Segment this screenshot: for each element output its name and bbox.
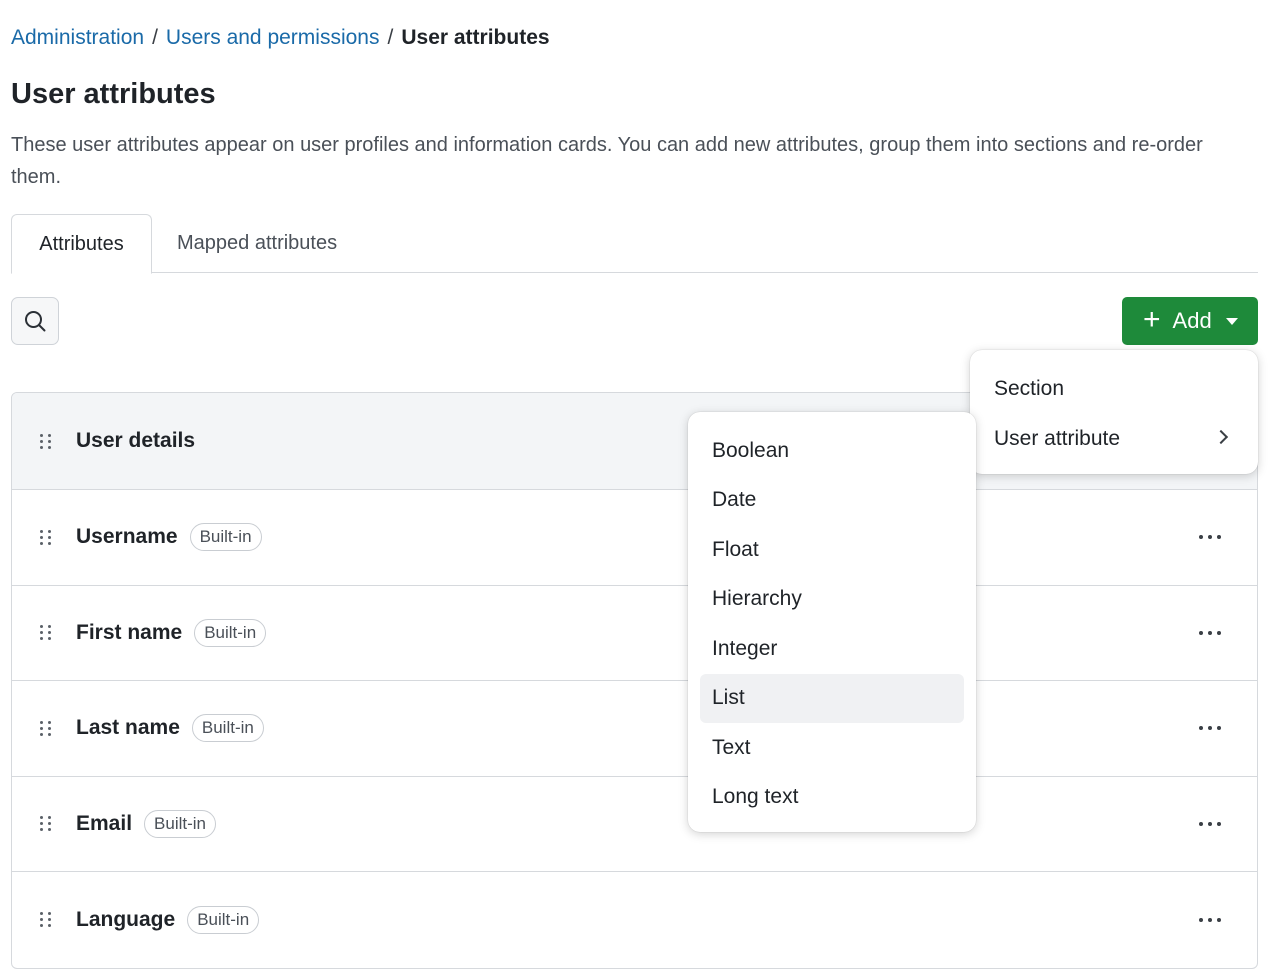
- breadcrumb-link-users-and-permissions[interactable]: Users and permissions: [166, 26, 380, 50]
- search-button[interactable]: [11, 297, 59, 345]
- page-description: These user attributes appear on user pro…: [11, 134, 1203, 188]
- breadcrumb-separator: /: [152, 26, 158, 49]
- menu-item-boolean[interactable]: Boolean: [700, 426, 964, 476]
- page-title: User attributes: [11, 78, 216, 110]
- drag-handle-icon[interactable]: [40, 625, 52, 641]
- attribute-row-email: Email Built-in: [12, 777, 1257, 872]
- drag-handle-icon[interactable]: [40, 529, 52, 545]
- built-in-badge: Built-in: [194, 618, 267, 647]
- attribute-row-language: Language Built-in: [12, 872, 1257, 968]
- menu-item-section[interactable]: Section: [970, 364, 1258, 414]
- breadcrumb-separator: /: [387, 26, 394, 49]
- drag-handle-icon[interactable]: [40, 912, 52, 928]
- built-in-badge: Built-in: [187, 905, 260, 934]
- breadcrumb-current: User attributes: [401, 26, 550, 49]
- section-title: User details: [76, 429, 196, 452]
- tab-mapped-attributes[interactable]: Mapped attributes: [177, 214, 337, 273]
- attribute-name: Language: [76, 907, 176, 931]
- attribute-name: Last name: [76, 716, 180, 740]
- menu-item-label: Section: [994, 377, 1065, 400]
- built-in-badge: Built-in: [189, 523, 262, 552]
- breadcrumb-link-administration[interactable]: Administration: [11, 26, 144, 50]
- menu-item-label: User attribute: [994, 427, 1121, 450]
- caret-down-icon: [1225, 317, 1238, 325]
- search-icon: [25, 311, 46, 332]
- more-options-icon[interactable]: [1199, 630, 1221, 635]
- attribute-name: Username: [76, 525, 178, 549]
- attribute-type-submenu: Boolean Date Float Hierarchy Integer Lis…: [688, 412, 976, 832]
- built-in-badge: Built-in: [144, 809, 216, 838]
- add-button[interactable]: + Add: [1122, 297, 1258, 345]
- more-options-icon[interactable]: [1199, 535, 1221, 540]
- add-dropdown-menu: Section User attribute: [970, 350, 1258, 474]
- attribute-list: User details Username Built-in First nam…: [11, 392, 1258, 969]
- more-options-icon[interactable]: [1199, 917, 1221, 922]
- drag-handle-icon[interactable]: [40, 433, 52, 449]
- breadcrumb: Administration / Users and permissions /…: [11, 26, 550, 50]
- more-options-icon[interactable]: [1199, 726, 1221, 731]
- menu-item-text[interactable]: Text: [700, 723, 964, 773]
- menu-item-date[interactable]: Date: [700, 476, 964, 526]
- built-in-badge: Built-in: [191, 714, 264, 743]
- more-options-icon[interactable]: [1199, 821, 1221, 826]
- attribute-name: Email: [76, 811, 133, 835]
- drag-handle-icon[interactable]: [40, 816, 52, 832]
- menu-item-integer[interactable]: Integer: [700, 624, 964, 674]
- menu-item-list[interactable]: List: [700, 673, 964, 723]
- chevron-right-icon: [1213, 429, 1229, 445]
- menu-item-float[interactable]: Float: [700, 525, 964, 575]
- attribute-name: First name: [76, 620, 183, 644]
- tab-bar: Attributes Mapped attributes: [11, 214, 1258, 274]
- tab-attributes[interactable]: Attributes: [11, 214, 152, 274]
- menu-item-long-text[interactable]: Long text: [700, 773, 964, 823]
- attribute-row-last-name: Last name Built-in: [12, 681, 1257, 777]
- menu-item-hierarchy[interactable]: Hierarchy: [700, 575, 964, 625]
- plus-icon: +: [1143, 302, 1161, 336]
- menu-item-user-attribute[interactable]: User attribute: [970, 414, 1258, 464]
- add-button-label: Add: [1172, 308, 1212, 333]
- drag-handle-icon[interactable]: [40, 720, 52, 736]
- attribute-row-first-name: First name Built-in: [12, 586, 1257, 681]
- attribute-row-username: Username Built-in: [12, 490, 1257, 586]
